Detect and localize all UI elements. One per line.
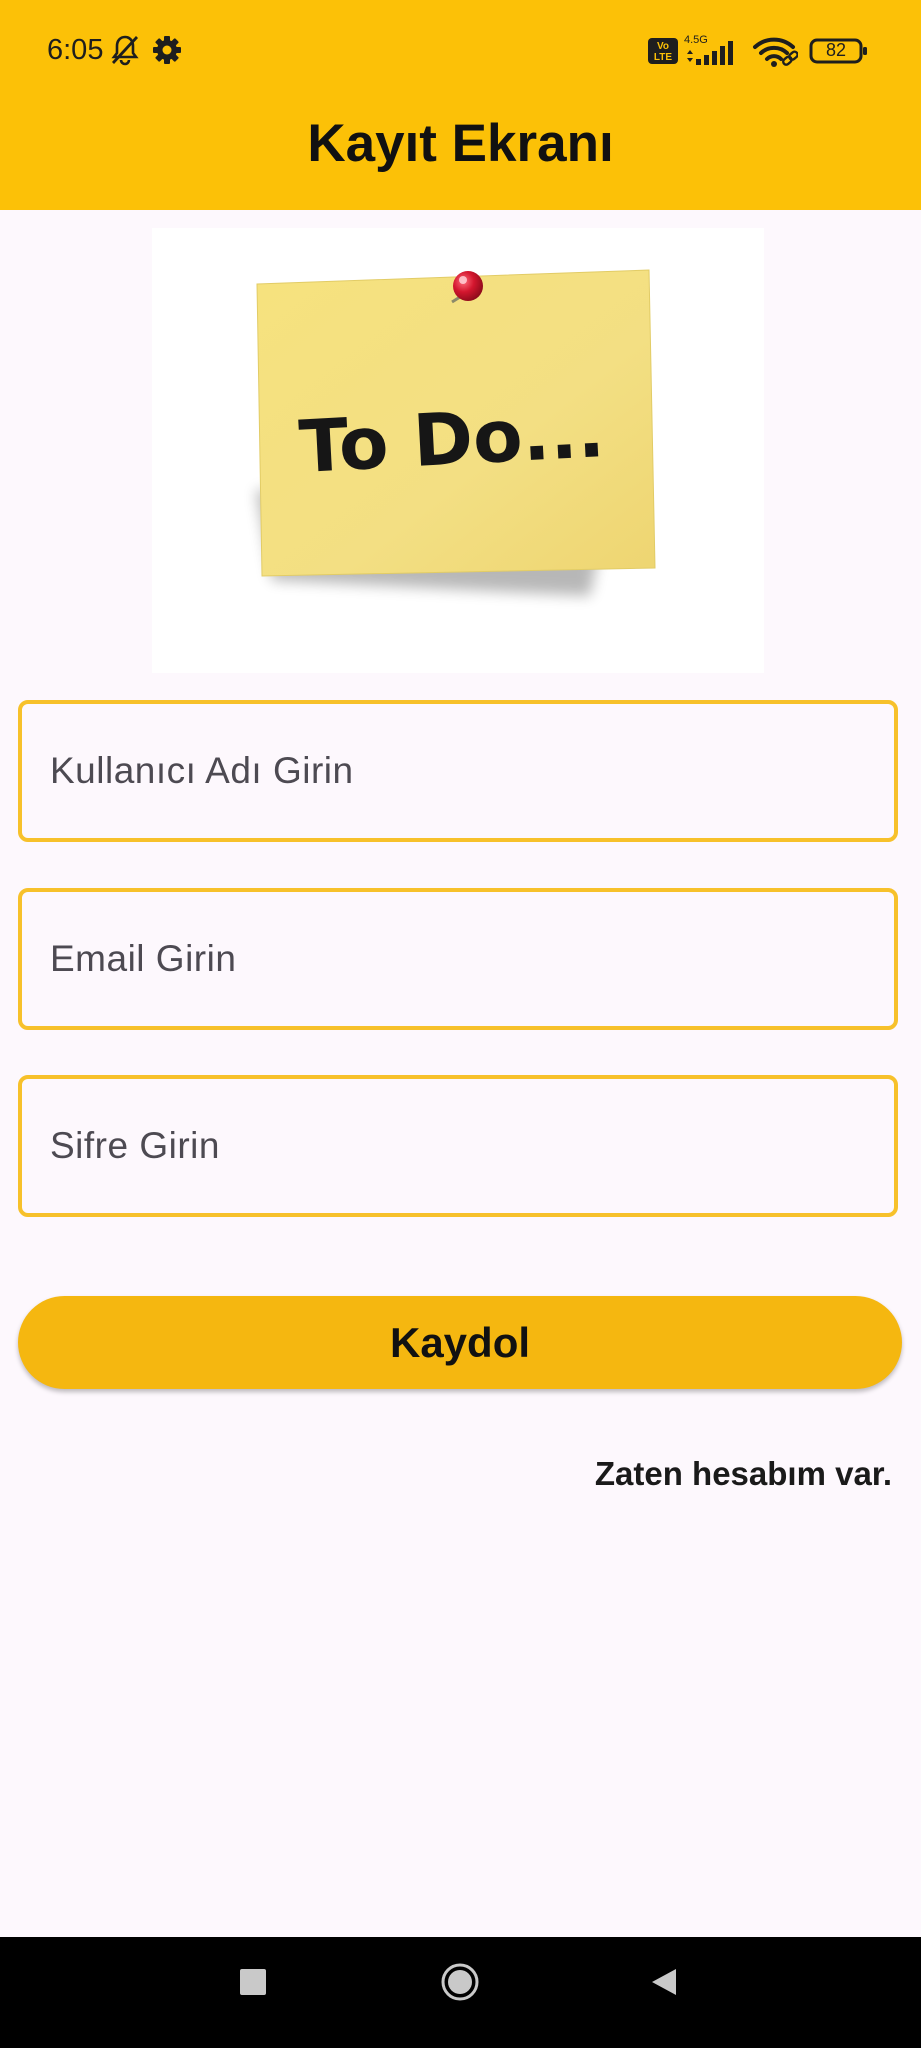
svg-text:Vo: Vo: [657, 41, 669, 52]
back-triangle-icon[interactable]: [650, 1967, 678, 2002]
svg-text:LTE: LTE: [654, 52, 672, 63]
todo-note-image: To Do...: [152, 228, 764, 673]
register-button-label: Kaydol: [389, 1318, 531, 1366]
recents-square-icon[interactable]: [238, 1967, 268, 2002]
app-bar: 6:05 Vo LTE 4.5G 82 Kayıt Ekranı: [0, 0, 921, 210]
status-bar: 6:05 Vo LTE 4.5G 82: [0, 0, 921, 100]
email-placeholder: Email Girin: [50, 938, 237, 979]
system-nav-bar: [0, 1937, 921, 2048]
already-have-account-link[interactable]: Zaten hesabım var.: [595, 1455, 892, 1493]
bell-off-icon: [109, 33, 141, 72]
password-field[interactable]: Sifre Girin: [18, 1075, 898, 1217]
home-circle-icon[interactable]: [440, 1962, 480, 2007]
signal-bars-icon: [684, 40, 744, 71]
username-placeholder: Kullanıcı Adı Girin: [50, 750, 354, 791]
volte-icon: Vo LTE: [648, 38, 678, 69]
register-button[interactable]: Kaydol: [18, 1296, 902, 1389]
wifi-icon: [752, 36, 799, 73]
settings-gear-icon: [152, 35, 182, 70]
page-title: Kayıt Ekranı: [307, 114, 614, 173]
battery-level: 82: [825, 40, 847, 60]
email-field[interactable]: Email Girin: [18, 888, 898, 1030]
note-text: To Do...: [297, 389, 606, 489]
password-placeholder: Sifre Girin: [50, 1125, 220, 1166]
status-time: 6:05: [47, 34, 104, 66]
username-field[interactable]: Kullanıcı Adı Girin: [18, 700, 898, 842]
